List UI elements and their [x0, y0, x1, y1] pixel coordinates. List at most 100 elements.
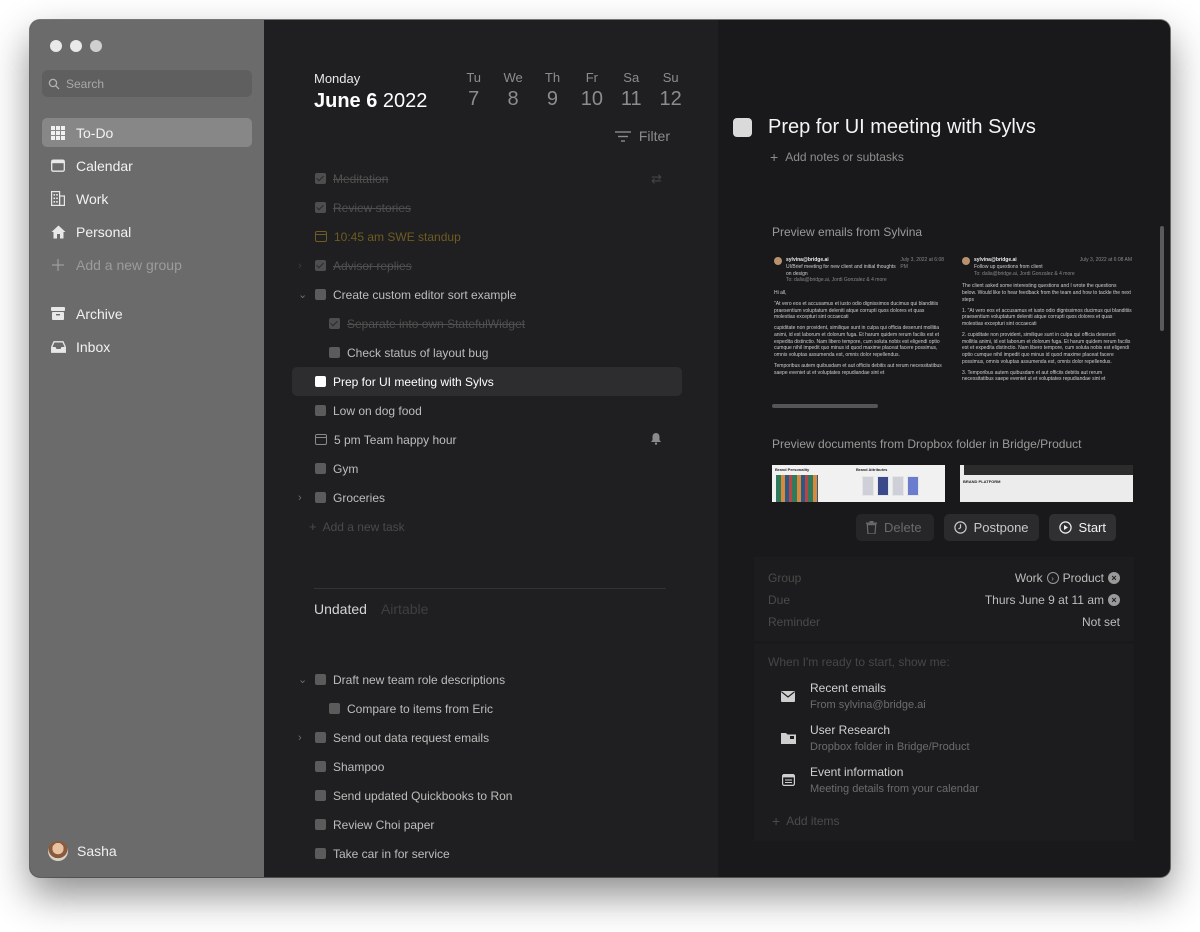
task-checkbox[interactable] — [329, 318, 340, 329]
week-day[interactable]: Tu 7 — [454, 70, 493, 111]
sidebar-item-inbox[interactable]: Inbox — [42, 332, 252, 361]
task-checkbox[interactable] — [315, 289, 326, 300]
email-from: sylvina@bridge.ai — [974, 257, 1017, 263]
task-row[interactable]: Send updated Quickbooks to Ron — [292, 781, 682, 810]
email-preview-card[interactable]: sylvina@bridge.ai Follow up questions fr… — [960, 251, 1134, 394]
task-checkbox[interactable] — [315, 761, 326, 772]
task-checkbox[interactable] — [315, 376, 326, 387]
task-checkbox[interactable] — [315, 463, 326, 474]
sidebar-item-label: Inbox — [76, 338, 111, 355]
task-row[interactable]: › Send out data request emails — [292, 723, 682, 752]
tab-airtable[interactable]: Airtable — [381, 601, 428, 617]
property-group[interactable]: Group Work › Product × — [768, 567, 1120, 589]
add-group-button[interactable]: Add a new group — [42, 250, 252, 279]
add-task-button[interactable]: + Add a new task — [292, 512, 682, 541]
week-day[interactable]: Su 12 — [651, 70, 690, 111]
task-row[interactable]: Shampoo — [292, 752, 682, 781]
task-checkbox[interactable] — [315, 260, 326, 271]
detail-checkbox[interactable] — [733, 118, 752, 137]
task-checkbox[interactable] — [315, 202, 326, 213]
property-reminder[interactable]: Reminder Not set — [768, 611, 1120, 633]
task-row[interactable]: Meditation ⇄ — [292, 164, 682, 193]
task-checkbox[interactable] — [315, 790, 326, 801]
postpone-button[interactable]: Postpone — [943, 514, 1039, 541]
chevron-down-icon[interactable]: ⌄ — [298, 673, 308, 686]
task-checkbox[interactable] — [315, 848, 326, 859]
task-title[interactable]: Prep for UI meeting with Sylvs — [768, 116, 1036, 139]
sidebar-item-work[interactable]: Work — [42, 184, 252, 213]
email-previews: sylvina@bridge.ai UI/Brief meeting for n… — [772, 251, 1134, 394]
delete-button[interactable]: Delete — [856, 514, 934, 541]
sidebar-item-todo[interactable]: To-Do — [42, 118, 252, 147]
undated-task-list: ⌄ Draft new team role descriptions Compa… — [292, 665, 682, 868]
context-item-research[interactable]: User Research Dropbox folder in Bridge/P… — [768, 723, 1120, 765]
task-checkbox[interactable] — [315, 819, 326, 830]
start-button[interactable]: Start — [1048, 514, 1116, 541]
task-row[interactable]: Take car in for service — [292, 839, 682, 868]
task-checkbox[interactable] — [315, 674, 326, 685]
email-greeting: Hi all, — [774, 290, 787, 296]
task-checkbox[interactable] — [315, 732, 326, 743]
detail-scrollbar[interactable] — [1160, 226, 1164, 331]
task-row[interactable]: › Groceries — [292, 483, 682, 512]
add-notes-button[interactable]: + Add notes or subtasks — [770, 149, 904, 165]
clear-icon[interactable]: × — [1108, 594, 1120, 606]
document-preview-card[interactable]: Brand Personality Brand Attributes — [772, 465, 945, 502]
task-row[interactable]: Review stories — [292, 193, 682, 222]
chevron-down-icon[interactable]: ⌄ — [298, 288, 308, 301]
add-items-button[interactable]: + Add items — [768, 813, 1120, 829]
search-box[interactable] — [42, 70, 252, 97]
task-checkbox[interactable] — [329, 347, 340, 358]
subtask-row[interactable]: Check status of layout bug — [292, 338, 682, 367]
task-checkbox[interactable] — [329, 703, 340, 714]
week-day[interactable]: Th 9 — [533, 70, 572, 111]
subtask-row[interactable]: Compare to items from Eric — [292, 694, 682, 723]
task-row[interactable]: › Advisor replies — [292, 251, 682, 280]
context-item-emails[interactable]: Recent emails From sylvina@bridge.ai — [768, 681, 1120, 723]
sidebar-item-label: Archive — [76, 305, 123, 322]
tab-undated[interactable]: Undated — [314, 601, 367, 617]
task-row[interactable]: Low on dog food — [292, 396, 682, 425]
week-day[interactable]: Sa 11 — [612, 70, 651, 111]
task-row[interactable]: ⌄ Draft new team role descriptions — [292, 665, 682, 694]
bell-icon[interactable] — [650, 432, 662, 448]
calendar-icon — [315, 434, 327, 445]
chevron-right-icon[interactable]: › — [298, 260, 308, 272]
filter-button[interactable]: Filter — [614, 128, 670, 144]
search-input[interactable] — [66, 76, 236, 91]
subtask-row[interactable]: Separate into own StatefulWidget — [292, 309, 682, 338]
week-day[interactable]: Fr 10 — [572, 70, 611, 111]
close-window-button[interactable] — [50, 40, 62, 52]
document-heading: BRAND PLATFORM — [963, 479, 1001, 484]
property-value: Work › Product × — [1015, 571, 1120, 585]
clear-icon[interactable]: × — [1108, 572, 1120, 584]
chevron-right-icon[interactable]: › — [298, 732, 308, 744]
context-item-event[interactable]: Event information Meeting details from y… — [768, 765, 1120, 807]
week-day-name: Su — [662, 70, 679, 85]
sidebar-item-calendar[interactable]: Calendar — [42, 151, 252, 180]
email-preview-card[interactable]: sylvina@bridge.ai UI/Brief meeting for n… — [772, 251, 946, 394]
chevron-right-icon[interactable]: › — [298, 492, 308, 504]
task-row[interactable]: Gym — [292, 454, 682, 483]
property-due[interactable]: Due Thurs June 9 at 11 am × — [768, 589, 1120, 611]
task-row-selected[interactable]: Prep for UI meeting with Sylvs — [292, 367, 682, 396]
email-carousel-scrollbar[interactable] — [772, 404, 878, 408]
document-previews: Brand Personality Brand Attributes BRAND… — [772, 465, 1133, 502]
user-profile[interactable]: Sasha — [48, 841, 117, 861]
task-row[interactable]: ⌄ Create custom editor sort example — [292, 280, 682, 309]
zoom-window-button[interactable] — [90, 40, 102, 52]
minimize-window-button[interactable] — [70, 40, 82, 52]
task-row[interactable]: Review Choi paper — [292, 810, 682, 839]
event-row[interactable]: 5 pm Team happy hour — [292, 425, 682, 454]
task-checkbox[interactable] — [315, 173, 326, 184]
sidebar-item-archive[interactable]: Archive — [42, 299, 252, 328]
sidebar: To-Do Calendar Work Personal Add a new g… — [30, 20, 264, 877]
plus-icon: + — [309, 519, 317, 534]
task-checkbox[interactable] — [315, 492, 326, 503]
event-row[interactable]: 10:45 am SWE standup — [292, 222, 682, 251]
sidebar-item-personal[interactable]: Personal — [42, 217, 252, 246]
document-preview-card[interactable]: BRAND PLATFORM — [960, 465, 1133, 502]
chevron-right-icon: › — [1046, 572, 1059, 584]
week-day[interactable]: We 8 — [493, 70, 532, 111]
task-checkbox[interactable] — [315, 405, 326, 416]
